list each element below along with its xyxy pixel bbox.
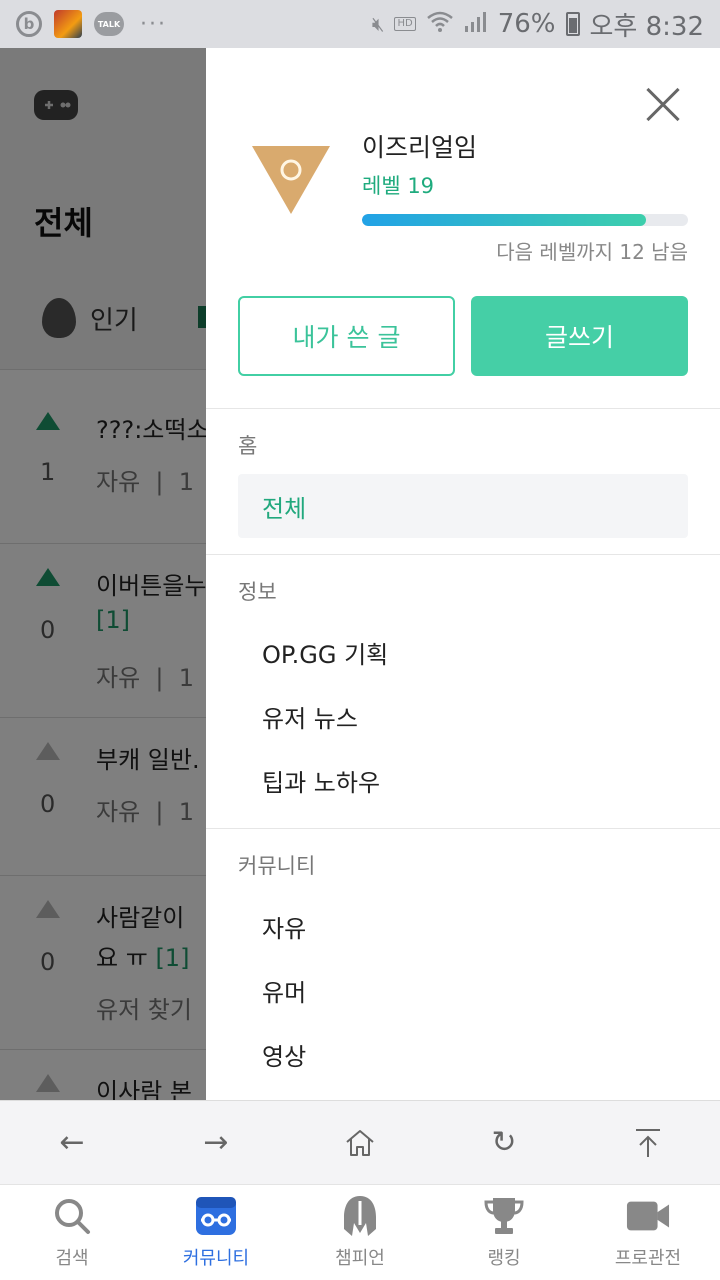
menu-item-opgg-plan[interactable]: OP.GG 기획 — [238, 620, 688, 684]
my-posts-button[interactable]: 내가 쓴 글 — [238, 296, 455, 376]
search-icon — [50, 1196, 94, 1236]
user-level: 레벨 19 — [362, 174, 435, 198]
home-icon[interactable] — [324, 1113, 396, 1173]
nav-pro-watch[interactable]: 프로관전 — [576, 1185, 720, 1280]
level-progress-bar — [362, 214, 688, 226]
nav-ranking[interactable]: 랭킹 — [432, 1185, 576, 1280]
back-arrow-icon[interactable]: ← — [36, 1113, 108, 1173]
nav-ranking-label: 랭킹 — [487, 1247, 521, 1269]
hd-voice-icon: HD — [394, 17, 416, 31]
champion-icon — [338, 1195, 382, 1236]
level-progress-fill — [362, 214, 646, 226]
refresh-icon[interactable]: ↻ — [468, 1113, 540, 1173]
wifi-icon — [426, 11, 454, 38]
section-title-community: 커뮤니티 — [238, 854, 316, 878]
menu-item-all[interactable]: 전체 — [238, 474, 688, 538]
kakaotalk-icon: TALK — [94, 12, 124, 36]
band-app-icon: b — [16, 11, 42, 37]
divider — [206, 828, 720, 829]
write-post-button[interactable]: 글쓰기 — [471, 296, 688, 376]
rank-badge-icon — [252, 146, 330, 214]
divider — [206, 554, 720, 555]
video-icon — [626, 1196, 670, 1236]
username: 이즈리얼임 — [362, 133, 478, 162]
nav-search-label: 검색 — [55, 1247, 89, 1269]
nav-champion[interactable]: 챔피언 — [288, 1185, 432, 1280]
more-notifications-icon: ··· — [140, 11, 167, 37]
menu-item-humor[interactable]: 유머 — [238, 958, 688, 1022]
mute-icon: 🔇︎ — [371, 12, 385, 36]
nav-community-label: 커뮤니티 — [182, 1247, 250, 1269]
nav-pro-watch-label: 프로관전 — [614, 1247, 682, 1269]
section-title-home: 홈 — [238, 434, 258, 458]
signal-icon — [464, 11, 488, 38]
menu-item-user-news[interactable]: 유저 뉴스 — [238, 684, 688, 748]
scroll-top-icon[interactable] — [612, 1113, 684, 1173]
menu-item-free[interactable]: 자유 — [238, 894, 688, 958]
menu-item-video[interactable]: 영상 — [238, 1022, 688, 1086]
nav-community[interactable]: 커뮤니티 — [144, 1185, 288, 1280]
forward-arrow-icon[interactable]: → — [180, 1113, 252, 1173]
side-drawer: 이즈리얼임 레벨 19 다음 레벨까지 12 남음 내가 쓴 글 글쓰기 홈 전… — [206, 48, 720, 1100]
game-app-icon — [54, 10, 82, 38]
battery-icon — [565, 12, 580, 36]
divider — [206, 408, 720, 409]
close-icon[interactable] — [644, 86, 682, 124]
community-icon — [194, 1196, 238, 1236]
next-level-text: 다음 레벨까지 12 남음 — [496, 240, 688, 264]
status-bar: b TALK ··· 🔇︎ HD 76% 오후 8:32 — [0, 0, 720, 48]
clock: 오후 8:32 — [589, 11, 705, 42]
menu-item-tips[interactable]: 팁과 노하우 — [238, 748, 688, 812]
section-title-info: 정보 — [238, 580, 277, 604]
bottom-navigation: 검색 커뮤니티 챔피언 랭킹 프로관전 — [0, 1184, 720, 1280]
trophy-icon — [482, 1196, 526, 1236]
battery-percent: 76% — [497, 9, 556, 39]
nav-champion-label: 챔피언 — [335, 1247, 385, 1269]
browser-toolbar: ← → ↻ — [0, 1100, 720, 1184]
nav-search[interactable]: 검색 — [0, 1185, 144, 1280]
